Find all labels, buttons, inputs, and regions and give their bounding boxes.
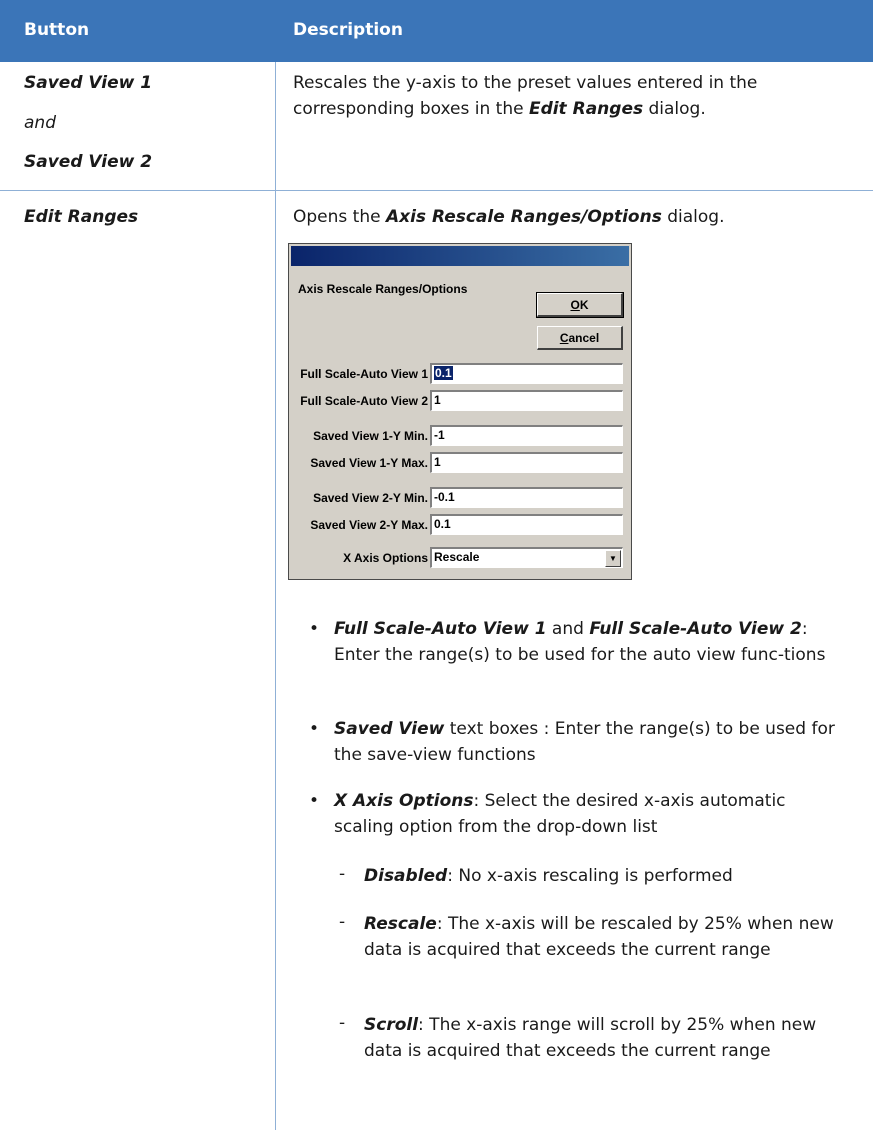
dash-icon: - xyxy=(339,864,346,884)
header-description: Description xyxy=(293,20,403,40)
sub-bullet-scroll: - Scroll: The x-axis range will scroll b… xyxy=(339,1012,839,1092)
bullet-saved-view: • Saved View text boxes : Enter the rang… xyxy=(309,716,843,770)
x-axis-options-select[interactable]: Rescale ▼ xyxy=(430,547,623,568)
field-label: Full Scale-Auto View 2 xyxy=(300,394,428,408)
cancel-button[interactable]: Cancel xyxy=(537,326,623,350)
field-row-saved-view-2-min: Saved View 2-Y Min. -0.1 xyxy=(289,486,633,510)
full-scale-auto-view-2-input[interactable]: 1 xyxy=(430,390,623,411)
sub-bullet-rescale: - Rescale: The x-axis will be rescaled b… xyxy=(339,911,839,991)
row1-button-line3: Saved View 2 xyxy=(24,152,153,172)
field-label: Saved View 2-Y Max. xyxy=(310,518,428,532)
dash-icon: - xyxy=(339,1013,346,1033)
bullet-icon: • xyxy=(309,619,320,639)
field-row-full-scale-2: Full Scale-Auto View 2 1 xyxy=(289,389,633,413)
field-row-x-axis-options: X Axis Options Rescale ▼ xyxy=(289,546,633,570)
saved-view-2-min-input[interactable]: -0.1 xyxy=(430,487,623,508)
table-header: Button Description xyxy=(0,0,873,62)
bullet-icon: • xyxy=(309,791,320,811)
row1-button-line2: and xyxy=(24,113,56,133)
bullet-icon: • xyxy=(309,719,320,739)
row1-button-line1: Saved View 1 xyxy=(24,73,153,93)
field-row-full-scale-1: Full Scale-Auto View 1 0.1 xyxy=(289,362,633,386)
field-label: Saved View 1-Y Max. xyxy=(310,456,428,470)
dialog-title: Axis Rescale Ranges/Options xyxy=(298,282,468,296)
header-button: Button xyxy=(24,20,90,40)
field-row-saved-view-1-max: Saved View 1-Y Max. 1 xyxy=(289,451,633,475)
row-divider xyxy=(0,190,873,191)
chevron-down-icon[interactable]: ▼ xyxy=(605,550,621,567)
bullet-x-axis-options: • X Axis Options: Select the desired x-a… xyxy=(309,788,843,842)
axis-rescale-dialog: Axis Rescale Ranges/Options OK Cancel Fu… xyxy=(288,243,632,580)
ok-button[interactable]: OK xyxy=(536,292,624,318)
saved-view-1-max-input[interactable]: 1 xyxy=(430,452,623,473)
document-page: Button Description Saved View 1 and Save… xyxy=(0,0,873,1130)
full-scale-auto-view-1-input[interactable]: 0.1 xyxy=(430,363,623,384)
dialog-titlebar xyxy=(291,246,629,266)
field-label: Saved View 1-Y Min. xyxy=(313,429,428,443)
saved-view-2-max-input[interactable]: 0.1 xyxy=(430,514,623,535)
column-divider xyxy=(275,62,276,1130)
field-label: Full Scale-Auto View 1 xyxy=(300,367,428,381)
row2-button: Edit Ranges xyxy=(24,207,139,227)
bullet-full-scale: • Full Scale-Auto View 1 and Full Scale-… xyxy=(309,616,843,696)
field-label: X Axis Options xyxy=(343,551,428,565)
row1-description: Rescales the y-axis to the preset values… xyxy=(293,73,758,119)
field-label: Saved View 2-Y Min. xyxy=(313,491,428,505)
sub-bullet-disabled: - Disabled: No x-axis rescaling is perfo… xyxy=(339,863,839,891)
field-row-saved-view-1-min: Saved View 1-Y Min. -1 xyxy=(289,424,633,448)
row2-description: Opens the Axis Rescale Ranges/Options di… xyxy=(293,207,725,227)
saved-view-1-min-input[interactable]: -1 xyxy=(430,425,623,446)
field-row-saved-view-2-max: Saved View 2-Y Max. 0.1 xyxy=(289,513,633,537)
dash-icon: - xyxy=(339,912,346,932)
